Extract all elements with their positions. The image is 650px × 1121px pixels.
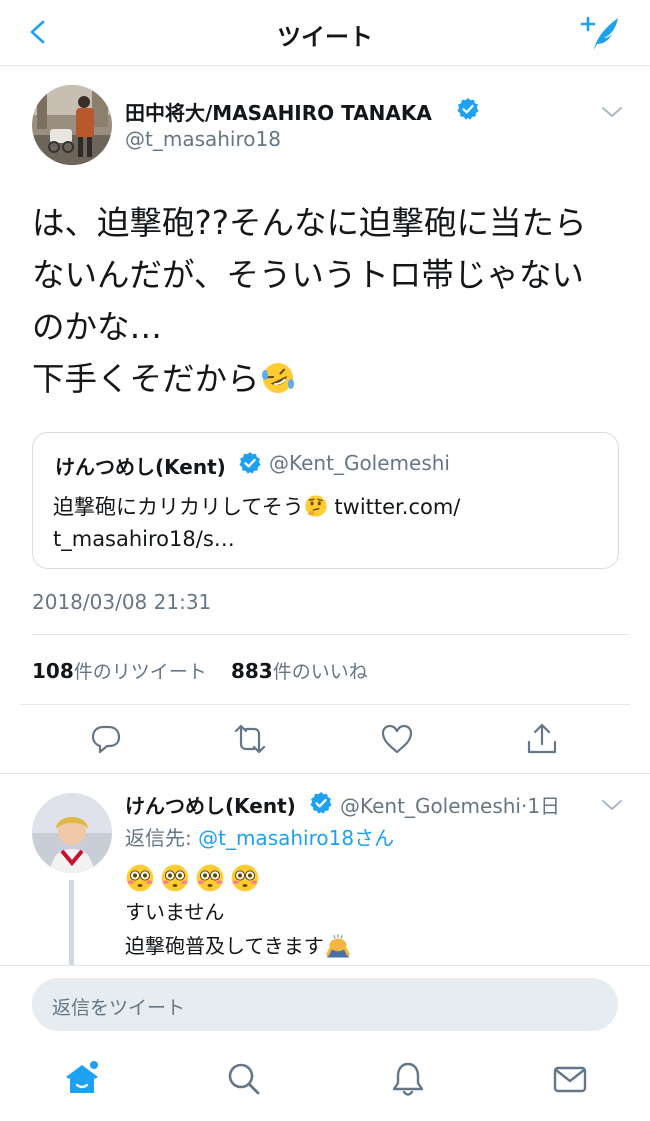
quoted-text-line: 迫撃砲にカリカリしてそう twitter.com/ (53, 491, 573, 523)
reply-author-handle[interactable]: @Kent_Golemeshi·1日 (340, 790, 560, 819)
mail-icon[interactable] (550, 1059, 590, 1099)
retweet-count: 108 (32, 659, 74, 683)
verified-badge-icon (457, 98, 479, 120)
heart-icon[interactable] (380, 722, 414, 756)
reply-to-prefix: 返信先: (125, 826, 199, 850)
rolling-on-floor-laughing-emoji (261, 363, 294, 393)
quoted-tweet-text: 迫撃砲にカリカリしてそう twitter.com/ t_masahiro18/s… (53, 491, 573, 555)
tweet-text-line: 下手くそだから (32, 353, 632, 405)
thinking-face-emoji (305, 495, 327, 517)
reply-author-avatar[interactable] (32, 793, 112, 873)
search-icon[interactable] (224, 1059, 264, 1099)
flushed-face-emoji (196, 864, 224, 892)
reply-text-segment: 迫撃砲普及してきます (125, 934, 324, 958)
reply-input[interactable]: 返信をツイート (32, 978, 618, 1031)
retweet-label: 件のリツイート (73, 661, 207, 683)
author-avatar[interactable] (32, 85, 112, 165)
author-name[interactable]: 田中将大/MASAHIRO TANAKA (125, 97, 432, 126)
reply-text-line: すいません (125, 900, 225, 924)
flushed-face-emoji (231, 864, 259, 892)
retweet-stat[interactable]: 108件のリツイート (32, 659, 207, 683)
bell-icon[interactable] (388, 1059, 428, 1099)
quoted-text-line: t_masahiro18/s… (53, 527, 235, 551)
like-count: 883 (230, 659, 273, 683)
flushed-face-emoji-row (125, 863, 260, 893)
top-nav-bar: ツイート (0, 0, 650, 66)
page-title: ツイート (277, 23, 373, 51)
tweet-text-line: のかな… (32, 308, 163, 346)
compose-tweet-icon[interactable] (580, 12, 622, 54)
quoted-text-segment: 迫撃砲にカリカリしてそう (53, 495, 304, 519)
divider (20, 704, 630, 705)
flushed-face-emoji (161, 864, 189, 892)
verified-badge-icon (310, 792, 332, 814)
reply-to-line: 返信先: @t_masahiro18さん (125, 822, 394, 851)
divider (0, 773, 650, 774)
quoted-author-handle: @Kent_Golemeshi (269, 451, 450, 475)
chevron-down-icon[interactable] (600, 104, 624, 120)
verified-badge-icon (239, 452, 261, 474)
reply-to-mention[interactable]: @t_masahiro18さん (198, 826, 394, 850)
tweet-timestamp: 2018/03/08 21:31 (32, 590, 212, 614)
divider (32, 634, 630, 635)
tweet-stats: 108件のリツイート 883件のいいね (32, 657, 368, 684)
tweet-text-segment: 下手くそだから (32, 360, 260, 398)
quoted-link-text: twitter.com/ (327, 495, 461, 519)
divider (0, 965, 650, 966)
author-handle[interactable]: @t_masahiro18 (125, 127, 281, 151)
share-icon[interactable] (525, 722, 559, 756)
reply-input-placeholder: 返信をツイート (52, 997, 186, 1019)
tweet-text: は、迫撃砲??そんなに迫撃砲に当たら ないんだが、そういうトロ帯じゃない のかな… (32, 197, 632, 405)
retweet-icon[interactable] (233, 722, 267, 756)
reply-text-line: 迫撃砲普及してきます (125, 930, 352, 959)
tweet-text-line: は、迫撃砲??そんなに迫撃砲に当たら (32, 204, 587, 242)
bowing-person-emoji (326, 933, 350, 957)
flushed-face-emoji (126, 864, 154, 892)
thread-connector-line (69, 880, 74, 966)
reply-author-name[interactable]: けんつめし(Kent) (125, 790, 296, 819)
tweet-text-line: ないんだが、そういうトロ帯じゃない (32, 256, 584, 294)
quoted-tweet-card[interactable]: けんつめし(Kent) @Kent_Golemeshi 迫撃砲にカリカリしてそう… (32, 432, 619, 569)
like-label: 件のいいね (272, 661, 368, 683)
like-stat[interactable]: 883件のいいね (230, 659, 368, 683)
reply-icon[interactable] (89, 722, 123, 756)
quoted-author-name: けんつめし(Kent) (55, 455, 226, 479)
home-icon[interactable] (62, 1059, 102, 1099)
chevron-down-icon[interactable] (600, 797, 624, 813)
